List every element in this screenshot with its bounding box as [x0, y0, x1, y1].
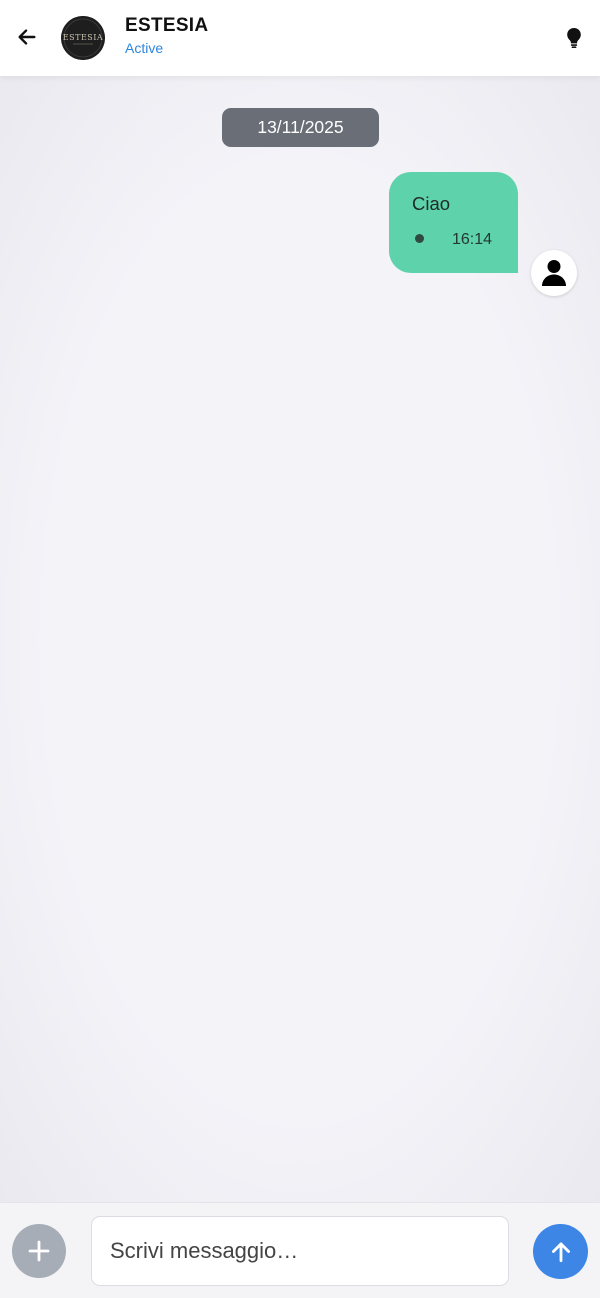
lightbulb-icon	[567, 28, 581, 48]
contact-avatar[interactable]: ESTESIA	[61, 16, 105, 60]
arrow-left-icon	[18, 29, 36, 45]
arrow-up-icon	[551, 1241, 570, 1262]
send-button[interactable]	[533, 1224, 588, 1279]
estesia-logo: ESTESIA	[61, 16, 105, 60]
message-text: Ciao	[412, 193, 451, 214]
attach-button[interactable]	[12, 1224, 66, 1278]
contact-status: Active	[125, 40, 164, 56]
chat-header: ESTESIA ESTESIA Active	[0, 0, 600, 76]
message-time: 16:14	[452, 231, 493, 248]
message-status-dot	[415, 234, 424, 243]
user-icon	[542, 260, 566, 286]
message-list[interactable]: 13/11/2025 Ciao 16:14	[0, 76, 600, 1202]
sender-avatar	[531, 250, 577, 296]
contact-name: ESTESIA	[125, 15, 209, 36]
outgoing-message-bubble[interactable]: Ciao 16:14	[389, 172, 518, 273]
back-button[interactable]	[10, 20, 44, 54]
plus-icon	[28, 1240, 50, 1262]
message-input[interactable]	[91, 1216, 509, 1286]
lightbulb-button[interactable]	[561, 25, 587, 51]
message-composer	[0, 1202, 600, 1298]
date-separator: 13/11/2025	[222, 108, 379, 147]
logo-text: ESTESIA	[63, 33, 103, 42]
chat-screen: ESTESIA ESTESIA Active 13/11/2025 Ciao 1…	[0, 0, 600, 1298]
